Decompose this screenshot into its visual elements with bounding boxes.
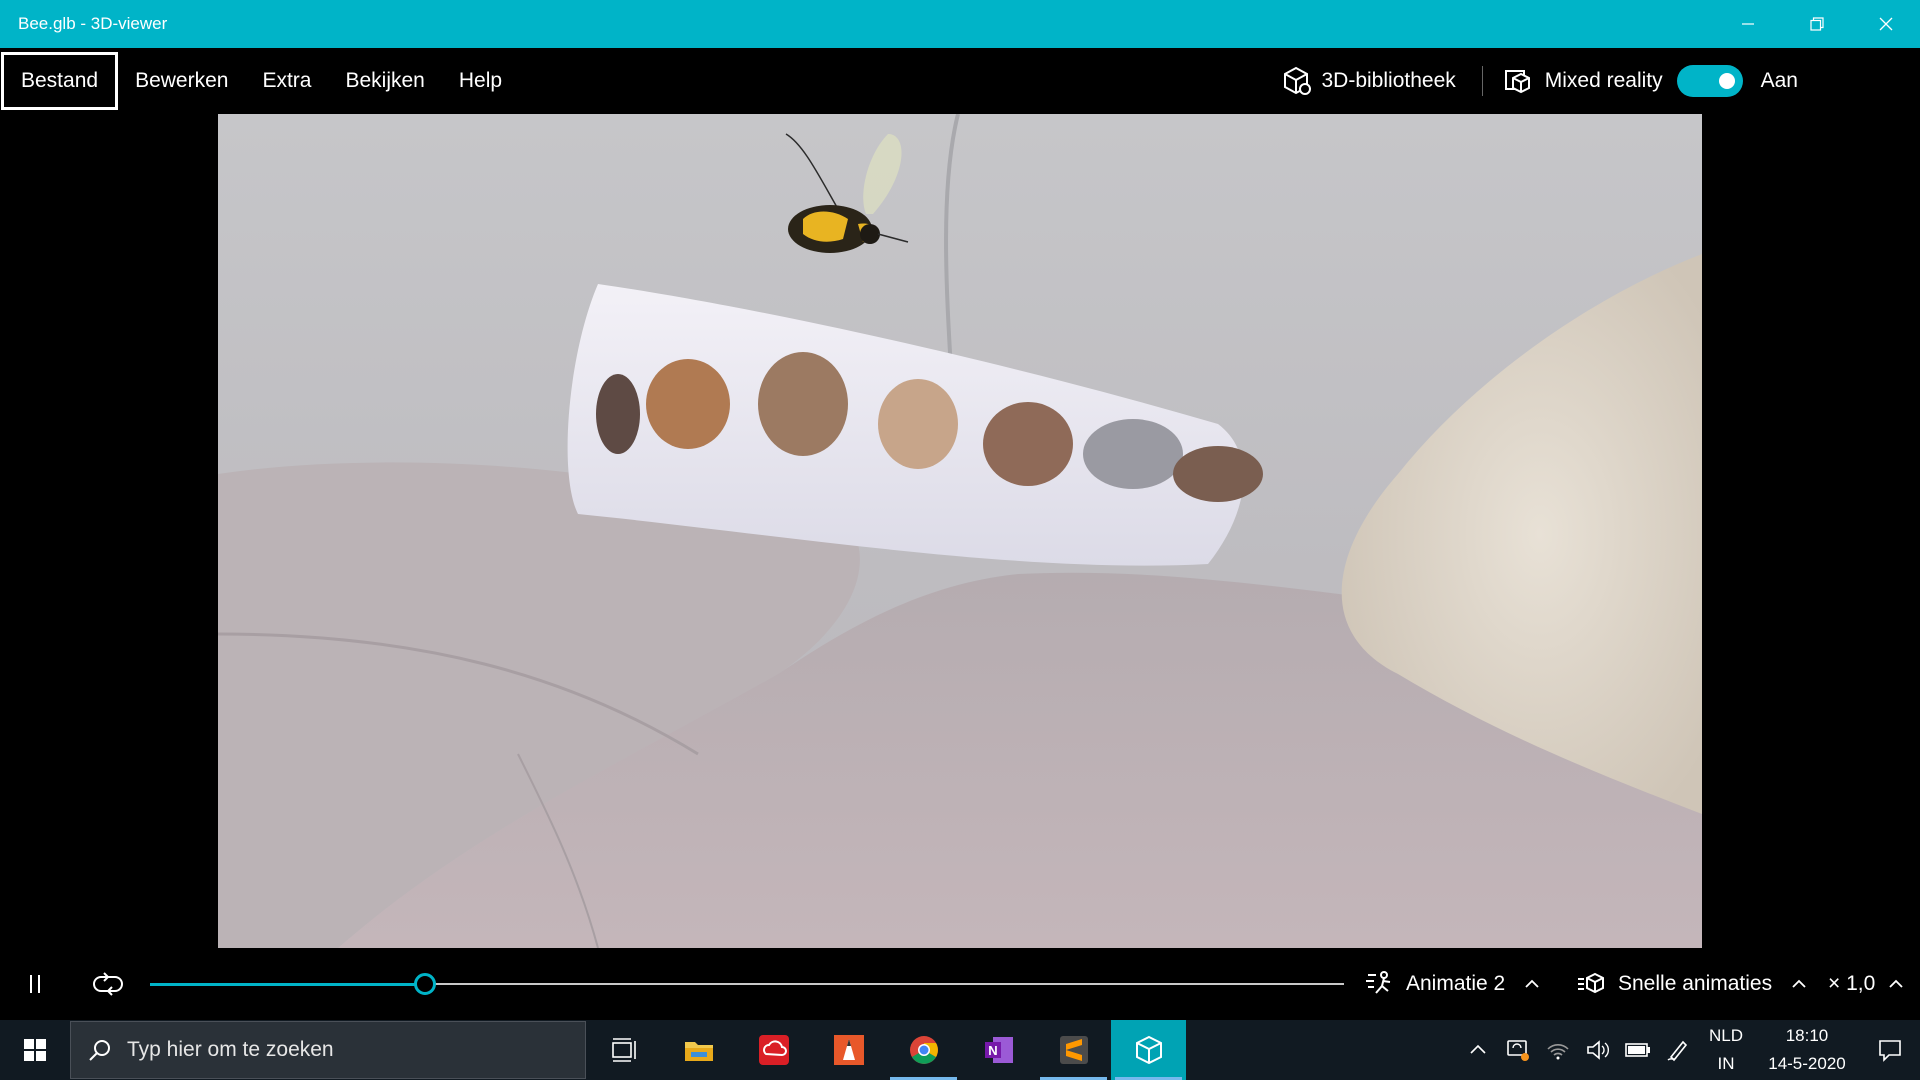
menu-bestand[interactable]: Bestand (1, 52, 119, 110)
menu-help[interactable]: Help (442, 52, 519, 110)
file-explorer-button[interactable] (661, 1020, 736, 1080)
onenote-icon: N (984, 1037, 1013, 1063)
sublime-text-icon (1059, 1036, 1088, 1064)
action-center-button[interactable] (1860, 1020, 1920, 1080)
creative-cloud-icon (758, 1035, 789, 1065)
loop-icon (93, 972, 123, 996)
3d-library-label: 3D-bibliotheek (1321, 69, 1456, 92)
sublime-text-button[interactable] (1036, 1020, 1111, 1080)
volume-button[interactable] (1578, 1020, 1618, 1080)
mixed-reality-icon (1504, 70, 1530, 94)
menu-bewerken[interactable]: Bewerken (118, 52, 245, 110)
3d-library-icon (1283, 66, 1311, 95)
paint-app-icon (833, 1035, 864, 1065)
speed-selector[interactable]: × 1,0 (1828, 948, 1905, 1020)
quick-animations-selector[interactable]: Snelle animaties (1576, 948, 1808, 1020)
taskbar-search[interactable]: Typ hier om te zoeken (70, 1021, 586, 1079)
close-button[interactable] (1851, 0, 1920, 48)
animation-controls: Animatie 2 Snelle animaties × 1,0 (0, 948, 1920, 1020)
title-bar: Bee.glb - 3D-viewer (0, 0, 1920, 48)
pause-button[interactable] (20, 968, 52, 1000)
animation-icon (1366, 971, 1391, 994)
mixed-reality-label: Mixed reality (1544, 69, 1663, 92)
chevron-up-icon (1525, 979, 1539, 988)
chrome-icon (909, 1036, 938, 1064)
mixed-reality-control[interactable]: Mixed reality Aan (1491, 65, 1920, 97)
pause-icon (30, 975, 40, 993)
mixed-reality-toggle[interactable] (1676, 65, 1743, 97)
restore-icon (1809, 17, 1824, 31)
sync-warning-icon (1507, 1040, 1529, 1061)
3d-library-button[interactable]: 3D-bibliotheek (1262, 65, 1474, 97)
windows-logo-icon (24, 1039, 46, 1061)
creative-cloud-button[interactable] (736, 1020, 811, 1080)
pen-icon (1667, 1040, 1688, 1062)
close-icon (1879, 17, 1892, 31)
language-code: NLD (1708, 1026, 1743, 1045)
3d-viewer-button[interactable] (1111, 1020, 1186, 1080)
speed-label: × 1,0 (1828, 972, 1876, 995)
notification-icon (1879, 1040, 1901, 1062)
speaker-icon (1587, 1040, 1609, 1060)
onenote-button[interactable]: N (961, 1020, 1036, 1080)
menu-bekijken[interactable]: Bekijken (328, 52, 441, 110)
battery-button[interactable] (1618, 1020, 1658, 1080)
chevron-up-icon (1470, 1044, 1486, 1054)
network-button[interactable] (1538, 1020, 1578, 1080)
windows-taskbar: Typ hier om te zoeken N NLD IN 18:10 14-… (0, 1020, 1920, 1080)
toggle-knob (1718, 73, 1735, 89)
timeline-slider[interactable] (150, 973, 1344, 995)
start-button[interactable] (0, 1020, 70, 1080)
paint-app-button[interactable] (811, 1020, 886, 1080)
menu-separator (1481, 66, 1483, 96)
loop-button[interactable] (92, 968, 124, 1000)
svg-text:N: N (988, 1043, 997, 1058)
quick-animations-icon (1578, 972, 1604, 994)
task-view-icon (611, 1038, 636, 1062)
menu-bar: Bestand Bewerken Extra Bekijken Help 3D-… (0, 48, 1920, 114)
clock-date: 14-5-2020 (1768, 1054, 1846, 1073)
chevron-up-icon (1889, 979, 1903, 988)
clock-time: 18:10 (1785, 1026, 1829, 1045)
restore-button[interactable] (1782, 0, 1851, 48)
chevron-up-icon (1792, 979, 1806, 988)
minimize-button[interactable] (1713, 0, 1782, 48)
search-icon (89, 1040, 110, 1061)
timeline-thumb[interactable] (413, 973, 436, 995)
timeline-progress (150, 983, 425, 986)
clock-button[interactable]: 18:10 14-5-2020 (1754, 1022, 1860, 1078)
3d-viewport[interactable] (0, 114, 1920, 948)
file-explorer-icon (684, 1042, 713, 1061)
sofa-scene-image (218, 114, 1702, 948)
animation-label: Animatie 2 (1406, 972, 1506, 995)
system-tray: NLD IN 18:10 14-5-2020 (1458, 1020, 1920, 1080)
chrome-button[interactable] (886, 1020, 961, 1080)
3d-viewer-icon (1135, 1035, 1162, 1065)
input-method: IN (1717, 1054, 1735, 1073)
pen-workspace-button[interactable] (1658, 1020, 1698, 1080)
task-view-button[interactable] (586, 1020, 661, 1080)
camera-feed[interactable] (218, 114, 1702, 948)
battery-icon (1625, 1043, 1650, 1057)
search-placeholder: Typ hier om te zoeken (127, 1038, 334, 1061)
show-hidden-icons-button[interactable] (1458, 1020, 1498, 1080)
input-language-button[interactable]: NLD IN (1698, 1022, 1754, 1078)
window-title: Bee.glb - 3D-viewer (18, 14, 168, 33)
menu-extra[interactable]: Extra (245, 52, 328, 110)
quick-animations-label: Snelle animaties (1618, 972, 1773, 995)
toggle-state-label: Aan (1760, 69, 1798, 92)
minimize-icon (1741, 23, 1754, 25)
backup-status-button[interactable] (1498, 1020, 1538, 1080)
wifi-icon (1547, 1044, 1569, 1060)
animation-selector[interactable]: Animatie 2 (1364, 948, 1541, 1020)
